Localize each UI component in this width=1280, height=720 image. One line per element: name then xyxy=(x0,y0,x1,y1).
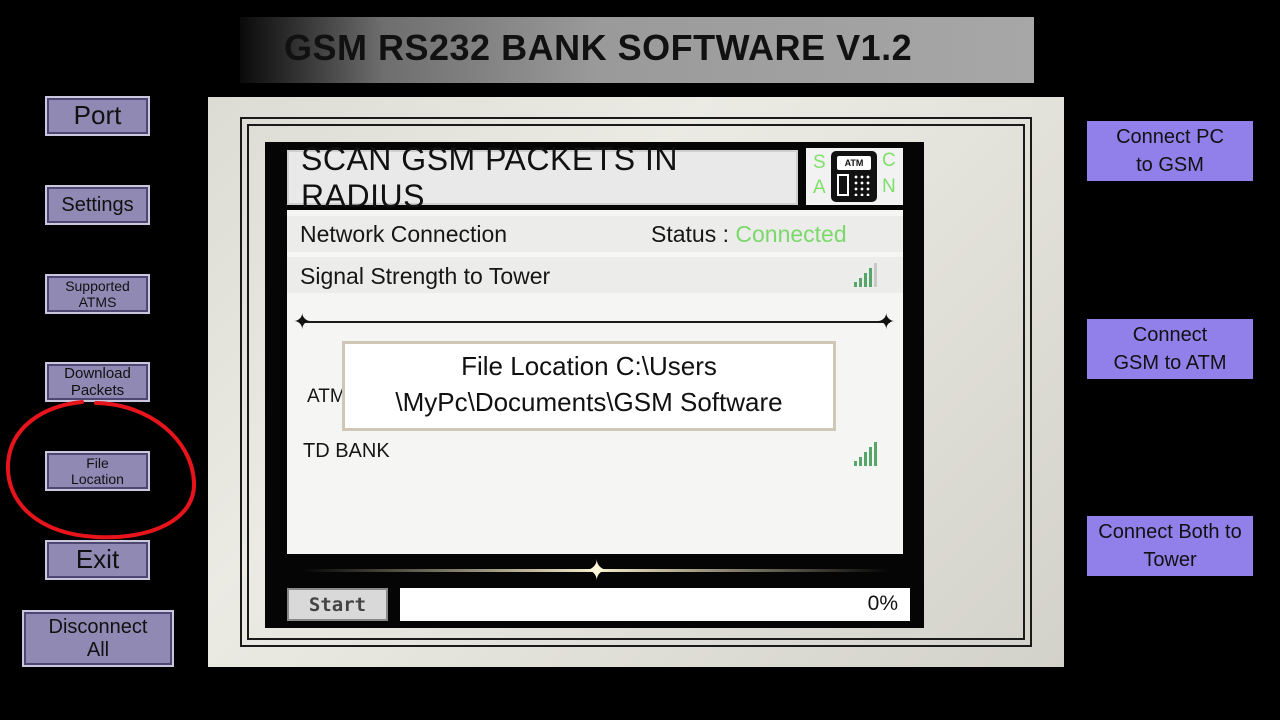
status-value: Connected xyxy=(735,221,847,247)
supported-atms-button-label: Supported ATMS xyxy=(65,277,130,310)
settings-button[interactable]: Settings xyxy=(45,185,150,225)
settings-button-label: Settings xyxy=(61,193,134,216)
atm-row-label: ATM xyxy=(307,386,346,407)
sparkle-star-icon: ✦ xyxy=(877,309,896,334)
progress-label: 0% xyxy=(867,592,898,615)
signal-bars-icon xyxy=(854,263,878,287)
logo-letter-a: A xyxy=(813,177,826,198)
progress-bar: 0% xyxy=(400,588,910,621)
logo-letter-s: S xyxy=(813,152,826,173)
supported-atms-button[interactable]: Supported ATMS xyxy=(45,274,150,314)
atm-keypad xyxy=(853,174,871,196)
signal-strength-label: Signal Strength to Tower xyxy=(300,263,551,289)
connect-gsm-to-atm-button[interactable]: Connect GSM to ATM xyxy=(1087,319,1253,379)
connect-both-to-tower-button[interactable]: Connect Both to Tower xyxy=(1087,516,1253,576)
sparkle-star-icon: ✦ xyxy=(585,555,609,586)
logo-letter-n: N xyxy=(882,176,896,197)
file-location-popup: File Location C:\Users \MyPc\Documents\G… xyxy=(342,341,836,431)
logo-letter-c: C xyxy=(882,150,896,171)
status-text: Status : Connected xyxy=(651,221,847,248)
port-button-label: Port xyxy=(73,100,122,131)
file-location-button-label: File Location xyxy=(71,454,124,487)
start-button[interactable]: Start xyxy=(287,588,388,621)
exit-button[interactable]: Exit xyxy=(45,540,150,580)
connect-pc-to-gsm-label: Connect PC to GSM xyxy=(1116,126,1224,176)
bank-signal-bars-icon xyxy=(854,442,878,466)
disconnect-all-button-label: Disconnect All xyxy=(48,615,148,661)
exit-button-label: Exit xyxy=(75,544,120,575)
disconnect-all-button[interactable]: Disconnect All xyxy=(22,610,174,667)
atm-machine-icon: ATM xyxy=(831,151,877,202)
download-packets-button[interactable]: Download Packets xyxy=(45,362,150,402)
popup-line-1: File Location C:\Users xyxy=(461,351,717,381)
divider-line xyxy=(300,321,890,323)
atm-icon-label: ATM xyxy=(837,156,871,170)
status-label: Status : xyxy=(651,221,736,247)
download-packets-button-label: Download Packets xyxy=(64,364,131,399)
atm-card-slot xyxy=(837,174,849,196)
app-title: GSM RS232 BANK SOFTWARE V1.2 xyxy=(284,27,913,68)
connect-pc-to-gsm-button[interactable]: Connect PC to GSM xyxy=(1087,121,1253,181)
connect-both-to-tower-label: Connect Both to Tower xyxy=(1098,521,1242,571)
atm-logo: S A C N ATM xyxy=(806,148,903,205)
bank-name: TD BANK xyxy=(303,440,390,462)
scan-header: SCAN GSM PACKETS IN RADIUS xyxy=(287,141,798,214)
port-button[interactable]: Port xyxy=(45,96,150,136)
title-bar: GSM RS232 BANK SOFTWARE V1.2 xyxy=(240,17,1034,83)
network-connection-label: Network Connection xyxy=(300,221,508,247)
sparkle-star-icon: ✦ xyxy=(293,309,312,334)
file-location-button[interactable]: File Location xyxy=(45,451,150,491)
popup-line-2: \MyPc\Documents\GSM Software xyxy=(395,387,783,417)
connect-gsm-to-atm-label: Connect GSM to ATM xyxy=(1113,324,1227,374)
